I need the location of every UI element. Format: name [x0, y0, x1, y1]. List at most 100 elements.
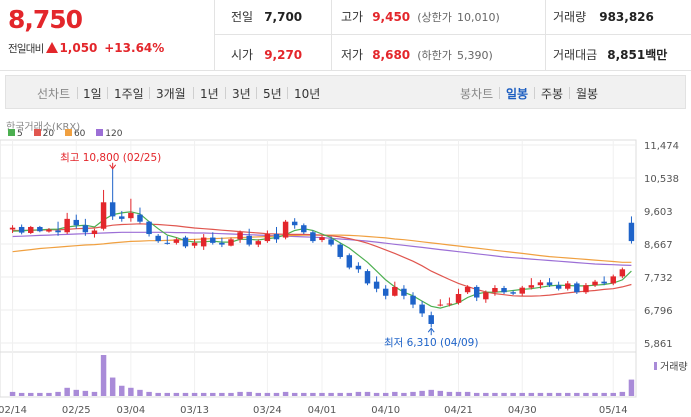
candle-body [373, 281, 380, 289]
volume-bar [64, 387, 70, 396]
candle-body [146, 221, 152, 235]
candle-body [173, 239, 180, 243]
volume-bar [592, 392, 598, 396]
volume-bar [200, 392, 207, 396]
volume-bar [382, 392, 389, 396]
candle-body [100, 202, 107, 229]
x-tick-label: 03/13 [180, 405, 209, 416]
volume-bar [355, 391, 362, 396]
candle-body [510, 292, 516, 294]
candle-body [319, 237, 325, 241]
candle-body [28, 226, 34, 233]
x-tick-label: 03/04 [116, 405, 145, 416]
high-annotation: 최고 10,800 (02/25) [60, 152, 161, 164]
candle-body [91, 230, 98, 235]
y-tick-label: 10,538 [644, 174, 679, 185]
candle-body [210, 237, 216, 243]
volume-bar [528, 392, 535, 396]
candle-body [37, 226, 43, 232]
volume-bar [510, 392, 516, 396]
x-tick-label: 04/30 [508, 405, 537, 416]
candle-body [82, 225, 89, 233]
candle-body [73, 219, 79, 226]
volume-bar [210, 392, 216, 396]
candle-body [182, 237, 189, 247]
volume-bar [182, 392, 189, 396]
volume-frame [0, 351, 637, 398]
volume-bar [455, 391, 462, 396]
volume-bar [619, 391, 626, 396]
volume-bar [9, 391, 16, 396]
volume-bar [173, 392, 180, 396]
volume-bar [319, 392, 325, 396]
candle-body [446, 303, 453, 305]
volume-bar [100, 355, 107, 396]
volume-bar [555, 392, 562, 396]
volume-bar [364, 391, 371, 396]
candle-body [455, 294, 462, 303]
candle-body [419, 304, 425, 314]
candle-body [337, 244, 343, 257]
x-tick-label: 05/14 [599, 405, 628, 416]
volume-bar [37, 392, 43, 396]
volume-bar [55, 391, 61, 396]
volume-bar [628, 379, 635, 396]
volume-bar [255, 392, 262, 396]
volume-bar [373, 392, 380, 396]
volume-bar [155, 392, 161, 396]
volume-bar [501, 392, 507, 396]
volume-axis-label: 거래량 [660, 361, 688, 373]
candle-body [592, 281, 598, 286]
candle-body [565, 283, 571, 289]
candle-body [282, 221, 289, 238]
candle-body [574, 283, 580, 293]
volume-bar [328, 392, 334, 396]
volume-bar [446, 391, 453, 396]
volume-bar [301, 392, 307, 396]
volume-bar [282, 391, 289, 396]
y-tick-label: 9,603 [644, 207, 673, 218]
volume-bar [492, 392, 498, 396]
candle-body [200, 237, 207, 247]
volume-bar [428, 389, 434, 396]
candle-body [355, 265, 362, 270]
candle-body [428, 315, 434, 324]
candle-body [64, 218, 70, 233]
candle-body [601, 281, 607, 284]
y-tick-label: 11,474 [644, 141, 679, 152]
candle-body [546, 282, 553, 286]
low-annotation: 최저 6,310 (04/09) [384, 337, 479, 349]
candle-body [346, 255, 353, 268]
candle-body [310, 232, 316, 242]
candle-body [228, 239, 234, 246]
candle-body [537, 282, 544, 286]
candle-body [555, 285, 562, 289]
volume-bar [18, 392, 25, 396]
volume-bar [146, 391, 152, 396]
volume-bar [164, 392, 171, 396]
volume-bar [610, 392, 616, 396]
volume-bar [437, 390, 444, 396]
volume-legend-swatch [654, 362, 657, 370]
candle-body [255, 241, 262, 245]
volume-bar [219, 392, 225, 396]
volume-bar [310, 392, 316, 396]
candle-body [437, 304, 444, 306]
volume-bar [601, 392, 607, 396]
candle-body [619, 269, 626, 277]
volume-bar [574, 392, 580, 396]
volume-bar [483, 392, 489, 396]
candle-body [519, 287, 525, 294]
candle-body [264, 234, 271, 242]
candle-body [9, 227, 16, 230]
volume-bar [246, 391, 252, 396]
candle-body [501, 288, 507, 293]
candle-body [583, 285, 589, 293]
candle-body [137, 214, 143, 222]
price-chart[interactable]: 11,474 10,538 9,603 8,667 7,732 6,796 5,861 02/… [0, 0, 691, 417]
volume-bar [565, 392, 571, 396]
volume-bar [28, 392, 34, 396]
volume-bar [273, 392, 280, 396]
candle-body [237, 232, 243, 240]
candle-body [464, 286, 471, 293]
